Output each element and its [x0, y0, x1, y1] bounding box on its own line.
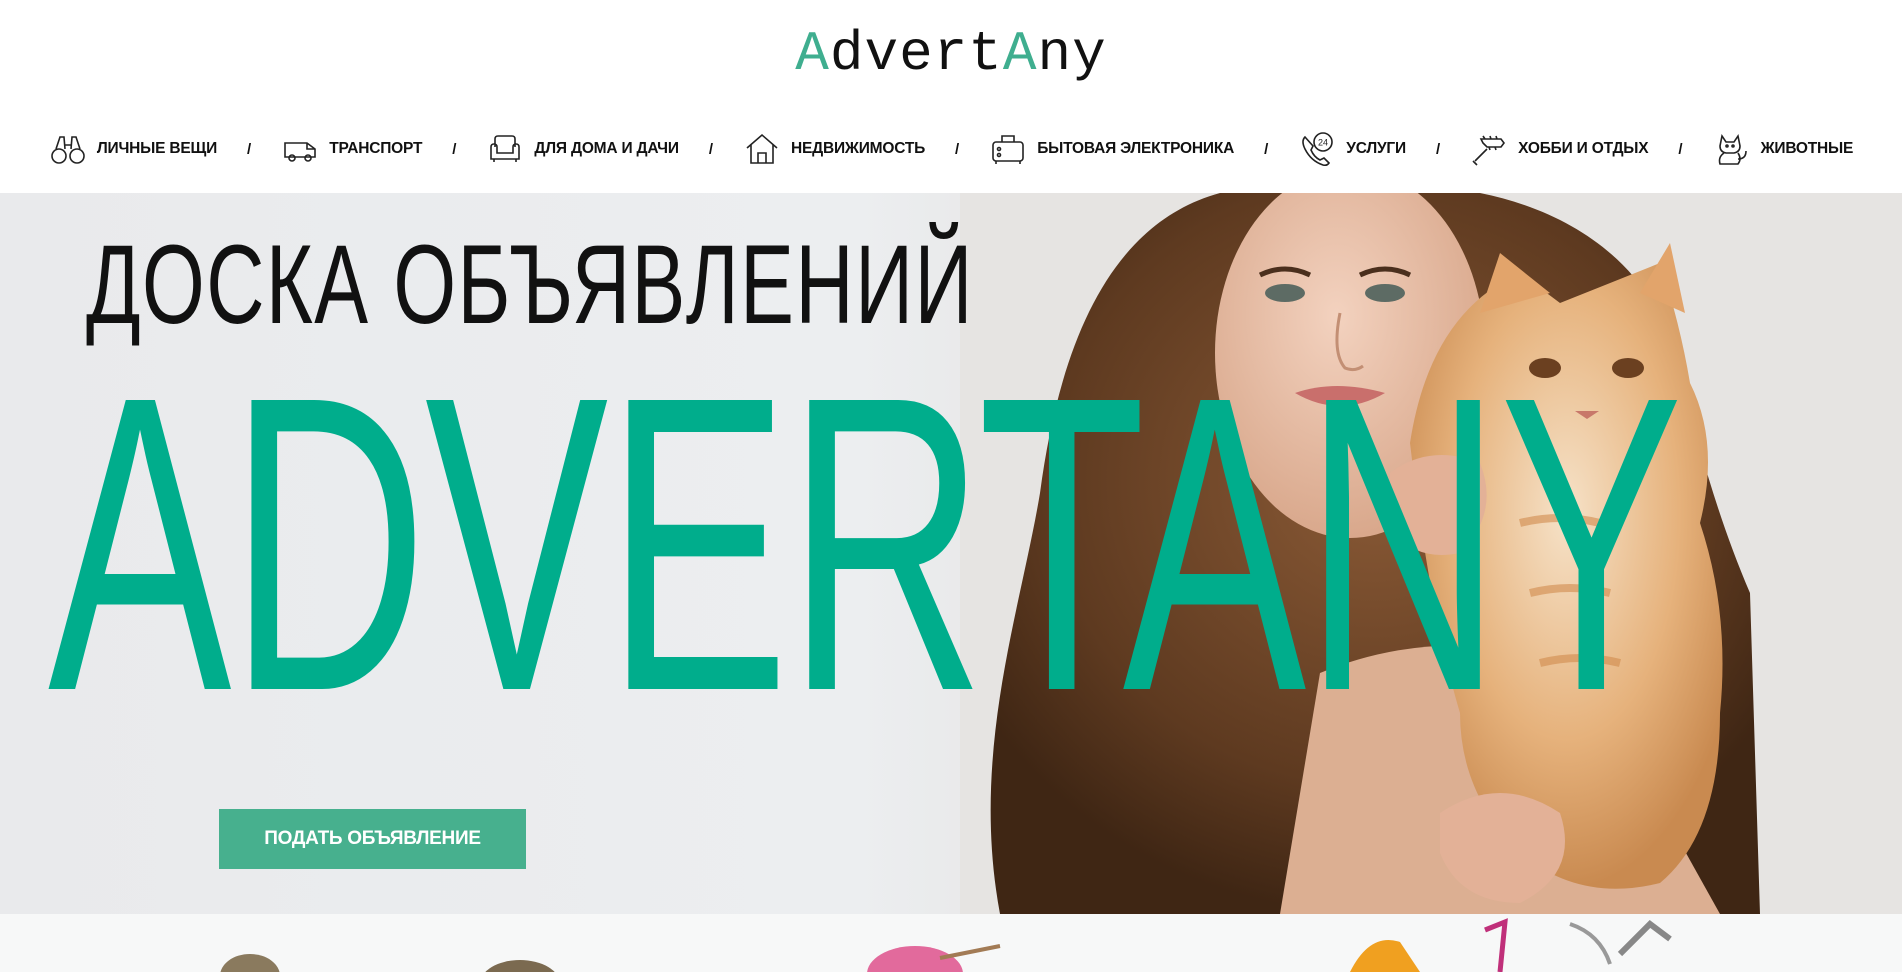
nav-separator: /	[1264, 140, 1269, 158]
bottom-feature-strip	[0, 914, 1902, 972]
nav-separator: /	[1435, 140, 1441, 158]
hanger-image	[1569, 922, 1612, 965]
post-ad-button[interactable]: ПОДАТЬ ОБЪЯВЛЕНИЕ	[219, 809, 526, 869]
leaf-image	[485, 960, 555, 972]
icon-24-text: 24	[1318, 138, 1328, 148]
nav-item-electronics[interactable]: БЫТОВАЯ ЭЛЕКТРОНИКА	[989, 130, 1234, 168]
nav-separator: /	[708, 140, 713, 158]
category-nav: ЛИЧНЫЕ ВЕЩИ / ТРАНСПОРТ / ДЛЯ ДОМА И ДАЧ…	[0, 128, 1902, 170]
hero-banner: ДОСКА ОБЪЯВЛЕНИЙ ADVERTANY ПОДАТЬ ОБЪЯВЛ…	[0, 193, 1902, 914]
logo-letter-a2: A	[1002, 22, 1038, 86]
nav-item-home[interactable]: ДЛЯ ДОМА И ДАЧИ	[486, 130, 679, 168]
nav-separator: /	[955, 140, 960, 158]
hero-brand: ADVERTANY	[48, 310, 1683, 779]
nav-item-hobby[interactable]: ХОББИ И ОТДЫХ	[1470, 130, 1649, 168]
nav-item-realty[interactable]: НЕДВИЖИМОСТЬ	[743, 130, 925, 168]
nav-separator: /	[1678, 140, 1683, 158]
nav-label: ХОББИ И ОТДЫХ	[1518, 140, 1649, 157]
knitting-needle-image	[939, 944, 1001, 960]
guitar-icon	[1470, 130, 1508, 168]
nav-label: ЖИВОТНЫЕ	[1760, 140, 1854, 157]
house-icon	[743, 130, 781, 168]
cat-icon	[1713, 130, 1751, 168]
scissors-image	[1617, 920, 1672, 957]
site-logo[interactable]: AdvertAny	[0, 26, 1902, 82]
phone-24-icon: 24	[1298, 130, 1336, 168]
toaster-icon	[989, 130, 1027, 168]
nav-label: БЫТОВАЯ ЭЛЕКТРОНИКА	[1037, 140, 1235, 157]
logo-text-dvert: dvert	[829, 22, 1003, 86]
hanger-image	[1484, 918, 1508, 972]
leaf-image	[220, 954, 280, 972]
armchair-icon	[486, 130, 524, 168]
nav-label: УСЛУГИ	[1346, 140, 1406, 157]
nav-item-services[interactable]: 24 УСЛУГИ	[1298, 130, 1406, 168]
nav-label: НЕДВИЖИМОСТЬ	[791, 140, 926, 157]
nav-label: ЛИЧНЫЕ ВЕЩИ	[96, 140, 218, 157]
nav-item-transport[interactable]: ТРАНСПОРТ	[281, 130, 422, 168]
nav-separator: /	[452, 140, 457, 158]
yarn-image	[1350, 940, 1420, 972]
nav-item-personal[interactable]: ЛИЧНЫЕ ВЕЩИ	[49, 130, 217, 168]
nav-item-animals[interactable]: ЖИВОТНЫЕ	[1713, 130, 1854, 168]
binoculars-icon	[49, 130, 87, 168]
nav-separator: /	[247, 140, 252, 158]
strip-images	[220, 918, 1672, 972]
yarn-ball-image	[867, 946, 963, 972]
logo-letter-a1: A	[795, 22, 830, 86]
nav-label: ДЛЯ ДОМА И ДАЧИ	[534, 140, 679, 157]
nav-label: ТРАНСПОРТ	[329, 140, 423, 157]
van-icon	[281, 130, 319, 168]
logo-text-ny: ny	[1037, 22, 1107, 86]
